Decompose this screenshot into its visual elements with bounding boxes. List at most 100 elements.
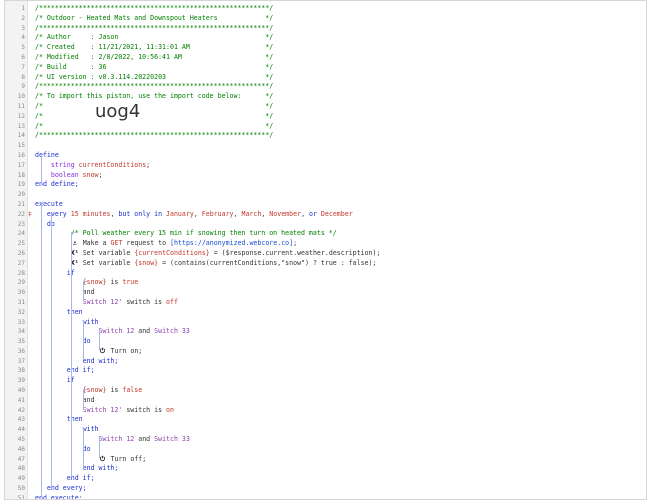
code-text: ⚓ Make a GET request to [https://anonymi… bbox=[35, 239, 646, 249]
line-number: 49 bbox=[17, 475, 25, 483]
line-number: 35 bbox=[17, 338, 25, 346]
code-token: [https://anonymized.webcore.co] bbox=[170, 239, 294, 248]
line-number: 46 bbox=[17, 445, 25, 453]
line-number: 21 bbox=[17, 200, 25, 208]
code-token: /* */ bbox=[35, 101, 274, 110]
code-token: March bbox=[241, 209, 262, 218]
line-number: 47 bbox=[17, 455, 25, 463]
line-number: 27 bbox=[17, 259, 25, 267]
code-text: if bbox=[35, 269, 646, 279]
line-number: 2 bbox=[21, 14, 25, 22]
code-text: end define; bbox=[35, 180, 646, 190]
code-text: end with; bbox=[35, 357, 646, 367]
code-line: 17 string currentConditions; bbox=[5, 161, 646, 171]
code-line: 26 X¹ Set variable {currentConditions} =… bbox=[5, 249, 646, 259]
code-line: 28 if bbox=[5, 269, 646, 279]
code-text: then bbox=[35, 308, 646, 318]
code-text: end execute; bbox=[35, 493, 646, 500]
code-line: 39 if bbox=[5, 376, 646, 386]
code-token: then bbox=[35, 415, 83, 424]
line-number: 13 bbox=[17, 122, 25, 130]
line-number: 44 bbox=[17, 426, 25, 434]
code-token: switch is bbox=[122, 405, 167, 414]
line-number: 37 bbox=[17, 357, 25, 365]
code-line: 15 bbox=[5, 141, 646, 151]
code-line: 13 /* */ bbox=[5, 122, 646, 132]
code-text: /***************************************… bbox=[35, 24, 646, 34]
code-text: if bbox=[35, 376, 646, 386]
code-token: Switch 12' bbox=[82, 297, 123, 306]
code-line: 51 end execute; bbox=[5, 493, 646, 500]
code-line: 37 end with; bbox=[5, 357, 646, 367]
code-token: end with; bbox=[35, 356, 119, 365]
line-number: 34 bbox=[17, 328, 25, 336]
code-line: 4 /* Author : Jason */ bbox=[5, 33, 646, 43]
indent-guide-tick bbox=[83, 389, 87, 391]
line-number: 26 bbox=[17, 249, 25, 257]
line-number: 23 bbox=[17, 220, 25, 228]
line-number: 50 bbox=[17, 485, 25, 493]
code-token: is bbox=[106, 386, 123, 395]
code-token: /* Build : 36 */ bbox=[35, 62, 274, 71]
code-text: /* Outdoor - Heated Mats and Downspout H… bbox=[35, 14, 646, 24]
code-token: {snow} bbox=[134, 258, 159, 267]
code-line: 41 and bbox=[5, 396, 646, 406]
code-line: 7 /* Build : 36 */ bbox=[5, 63, 646, 73]
indent-guide bbox=[41, 203, 42, 497]
indent-guide bbox=[83, 389, 84, 409]
code-text: string currentConditions; bbox=[35, 161, 646, 171]
code-token: February bbox=[201, 209, 234, 218]
code-line: 29 {snow} is true bbox=[5, 278, 646, 288]
line-number: 48 bbox=[17, 465, 25, 473]
indent-guide bbox=[83, 320, 84, 360]
code-text: /* Poll weather every 15 min if snowing … bbox=[35, 229, 646, 239]
code-line: 16 define bbox=[5, 151, 646, 161]
code-text: ⏻ Turn on; bbox=[35, 347, 646, 357]
code-text: /***************************************… bbox=[35, 131, 646, 141]
code-token: end execute; bbox=[35, 493, 83, 500]
code-line: 43 then bbox=[5, 415, 646, 425]
code-token: and bbox=[35, 288, 95, 297]
line-number: 43 bbox=[17, 416, 25, 424]
line-number: 36 bbox=[17, 347, 25, 355]
code-token: snow bbox=[82, 170, 99, 179]
code-line: 8 /* UI version : v0.3.114.20220203 */ bbox=[5, 73, 646, 83]
line-number: 6 bbox=[21, 53, 25, 61]
code-line: 50 end every; bbox=[5, 484, 646, 494]
code-token: and bbox=[35, 395, 95, 404]
code-line: 32 then bbox=[5, 308, 646, 318]
code-token: = ($response.current.weather.description… bbox=[209, 248, 381, 257]
code-token: January bbox=[166, 209, 194, 218]
code-line: 47 ⏻ Turn off; bbox=[5, 455, 646, 465]
code-text: /* UI version : v0.3.114.20220203 */ bbox=[35, 73, 646, 83]
code-token: on bbox=[166, 405, 174, 414]
code-token: , bbox=[193, 209, 202, 218]
line-number: 29 bbox=[17, 279, 25, 287]
code-line: 22 ‡ every 15 minutes, but only in Januar… bbox=[5, 210, 646, 220]
code-text: do bbox=[35, 220, 646, 230]
code-token: request to bbox=[122, 239, 171, 248]
code-line: 30 and bbox=[5, 288, 646, 298]
line-number: 3 bbox=[21, 24, 25, 32]
line-number: 19 bbox=[17, 181, 25, 189]
code-token: true bbox=[122, 278, 139, 287]
code-line: 1 /**************************************… bbox=[5, 4, 646, 14]
indent-guide-tick bbox=[83, 428, 87, 430]
code-text: then bbox=[35, 415, 646, 425]
code-text: {snow} is true bbox=[35, 278, 646, 288]
code-token: is bbox=[106, 278, 123, 287]
code-token: Set variable bbox=[78, 248, 135, 257]
code-line: 36 ⏻ Turn on; bbox=[5, 347, 646, 357]
indent-guide-tick bbox=[99, 438, 103, 440]
code-token: November bbox=[269, 209, 302, 218]
code-line: 27 X¹ Set variable {snow} = (contains(cu… bbox=[5, 259, 646, 269]
indent-guide-tick bbox=[41, 154, 45, 155]
indent-guide bbox=[83, 428, 84, 468]
code-token: /* Modified : 2/8/2022, 10:56:41 AM */ bbox=[35, 52, 274, 61]
line-number: 42 bbox=[17, 406, 25, 414]
line-number: 38 bbox=[17, 367, 25, 375]
indent-guide bbox=[83, 281, 84, 301]
code-token: then bbox=[35, 307, 83, 316]
